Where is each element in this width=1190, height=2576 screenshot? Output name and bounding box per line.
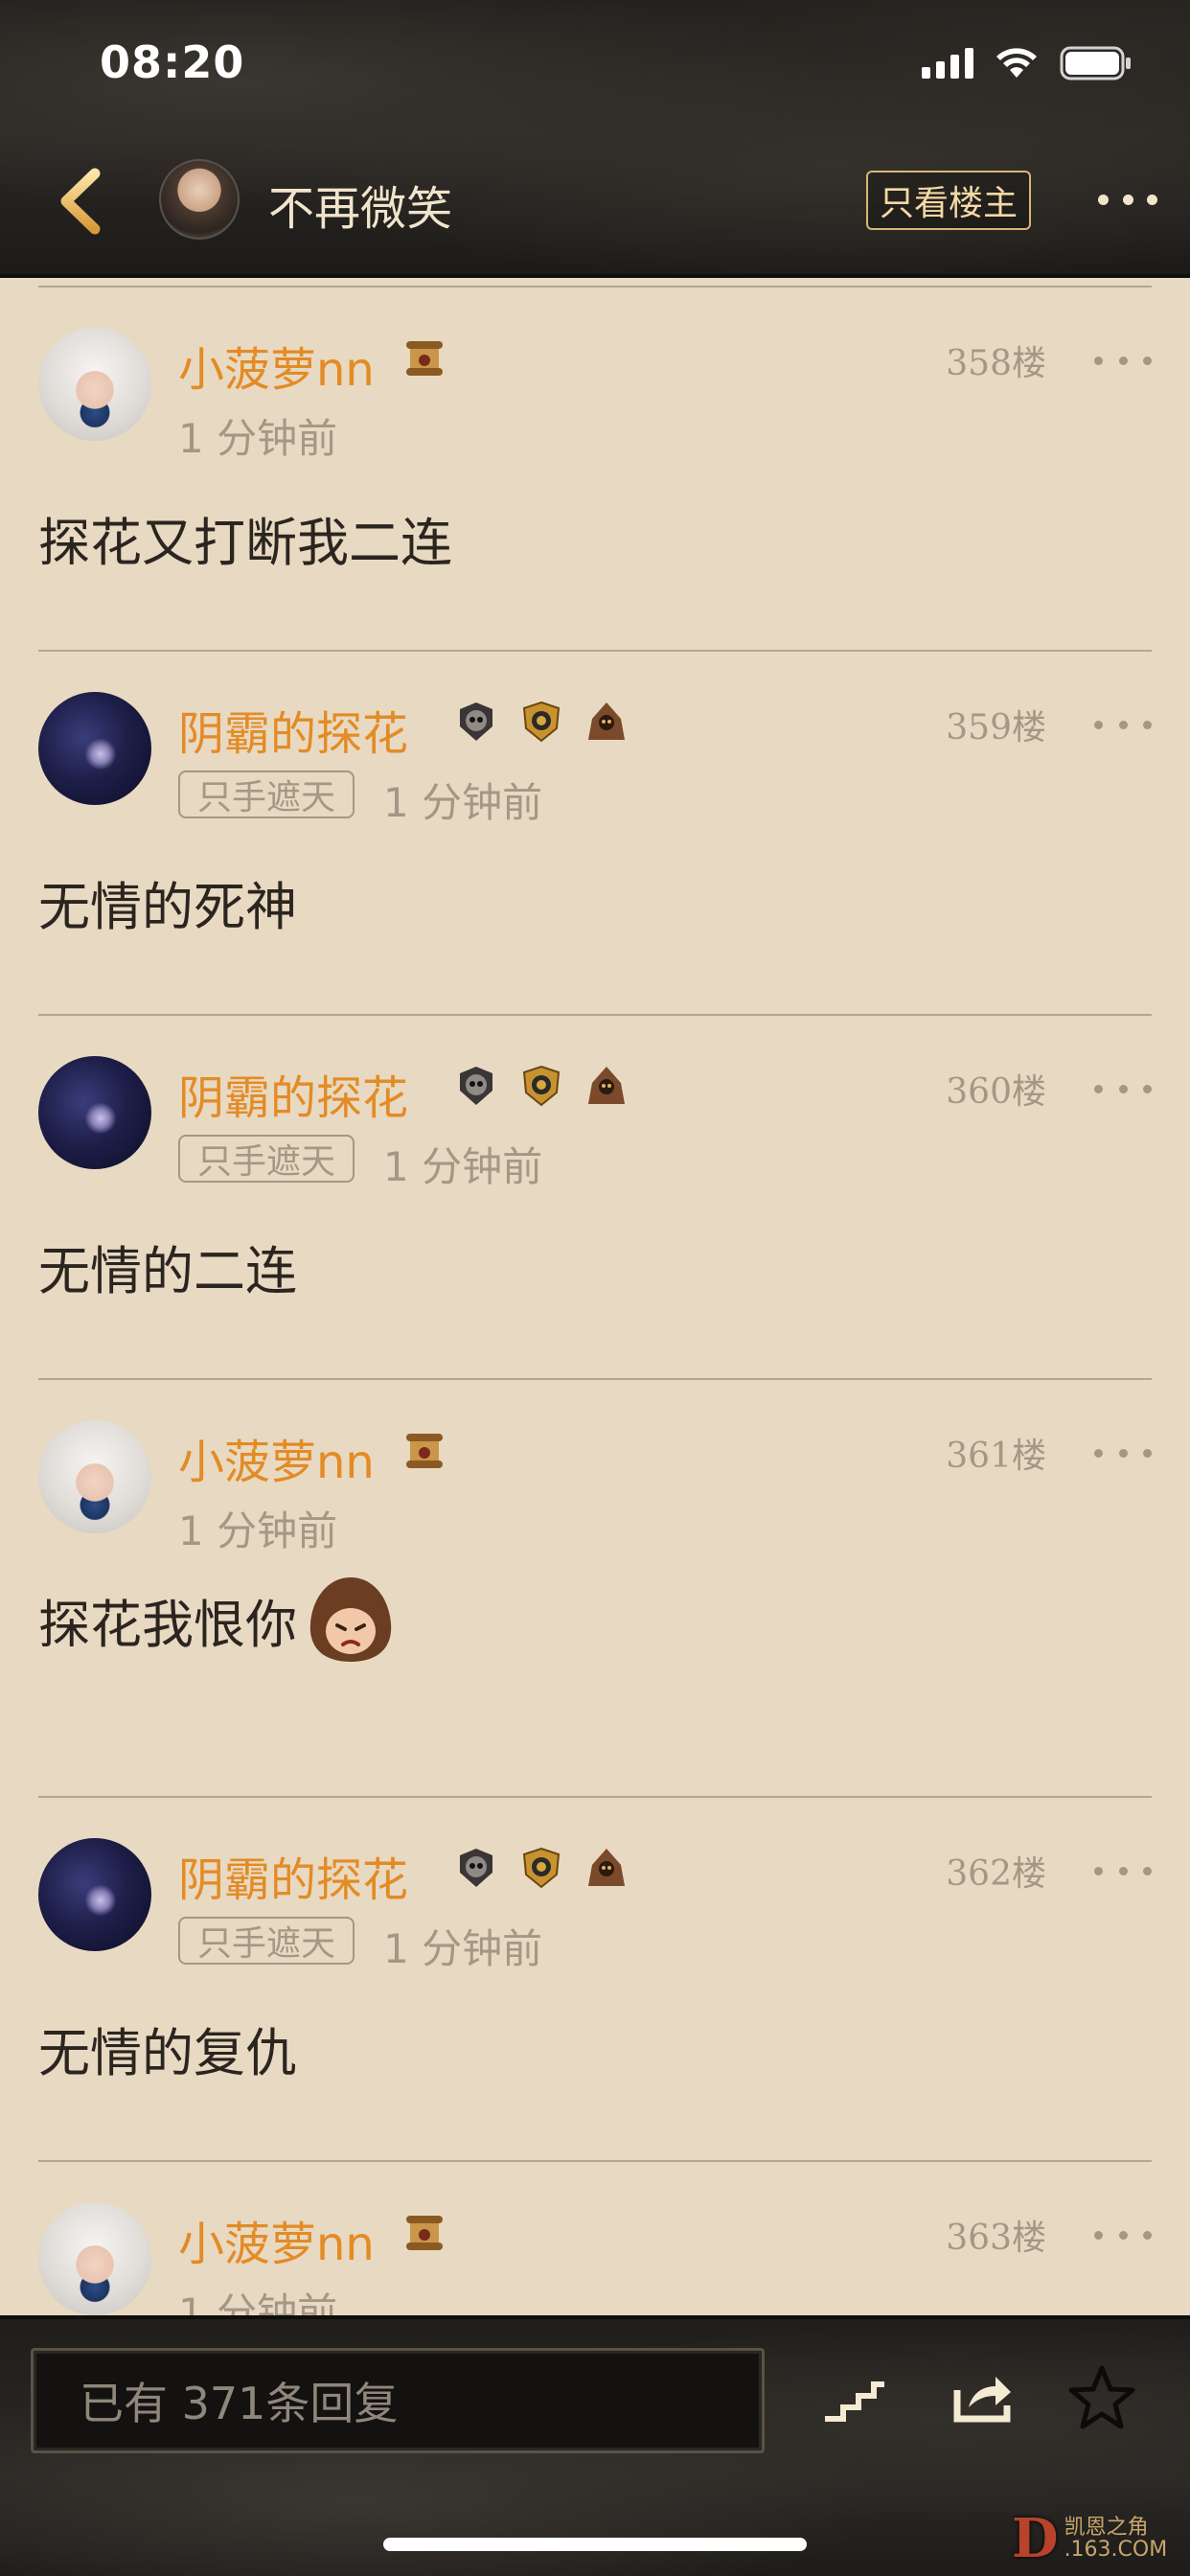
user-badges: [454, 1064, 629, 1108]
user-avatar[interactable]: [38, 692, 151, 805]
reply-more-options-icon[interactable]: [1094, 1079, 1152, 1098]
hooded-badge-icon[interactable]: [584, 1846, 629, 1890]
reply-text: 无情的二连: [38, 1241, 297, 1301]
reply-more-options-icon[interactable]: [1094, 2225, 1152, 2244]
floor-number: 360楼: [946, 1072, 1046, 1112]
cellular-signal-icon: [922, 48, 973, 79]
user-avatar[interactable]: [38, 2202, 151, 2315]
site-watermark: D 凯恩之角 .163.COM: [1012, 2507, 1167, 2570]
watermark-line2: .163.COM: [1064, 2538, 1168, 2562]
username[interactable]: 小菠萝nn: [178, 1424, 375, 1491]
user-badges: [454, 1846, 629, 1890]
user-badges: [454, 700, 629, 744]
battery-icon: [1060, 46, 1133, 80]
user-avatar[interactable]: [38, 1838, 151, 1951]
reply-text: 无情的死神: [38, 877, 297, 937]
user-badges: [402, 335, 446, 380]
reply-time: 1 分钟前: [383, 1143, 543, 1190]
hooded-badge-icon[interactable]: [584, 700, 629, 744]
shield-badge-icon[interactable]: [519, 1846, 563, 1890]
reply-time: 1 分钟前: [178, 415, 338, 462]
scroll-badge-icon[interactable]: [402, 335, 446, 380]
username[interactable]: 小菠萝nn: [178, 2206, 375, 2273]
reply-time: 1 分钟前: [383, 1925, 543, 1972]
more-options-icon[interactable]: [1098, 186, 1157, 213]
status-bar: 08:20: [0, 0, 1190, 125]
reply-item[interactable]: 小菠萝nn 358楼 1 分钟前探花又打断我二连: [38, 286, 1152, 650]
reply-text: 探花又打断我二连: [38, 513, 452, 573]
user-avatar[interactable]: [38, 1056, 151, 1169]
floor-number: 362楼: [946, 1854, 1046, 1894]
reply-list[interactable]: 小菠萝nn 358楼 1 分钟前 探花又打断我二连 阴霸的探花 359楼 只手遮天 1 分钟前…: [0, 282, 1190, 2315]
stairs-icon: [825, 2381, 884, 2422]
watermark-letter: D: [1012, 2507, 1059, 2570]
star-icon: [1068, 2365, 1135, 2429]
op-avatar[interactable]: [159, 159, 240, 240]
chevron-left-icon: [60, 168, 101, 235]
hooded-angry-emoji-icon: [303, 1572, 399, 1668]
user-badges: [402, 1428, 446, 1472]
user-avatar[interactable]: [38, 1420, 151, 1533]
favorite-button[interactable]: [1064, 2359, 1140, 2436]
scroll-badge-icon[interactable]: [402, 1428, 446, 1472]
reply-content: 无情的复仇: [38, 2011, 297, 2086]
reply-time: 1 分钟前: [178, 1507, 338, 1554]
floor-number: 359楼: [946, 708, 1046, 748]
username[interactable]: 小菠萝nn: [178, 332, 375, 399]
user-title-tag: 只手遮天: [178, 1917, 355, 1965]
username[interactable]: 阴霸的探花: [178, 1842, 408, 1909]
reply-more-options-icon[interactable]: [1094, 1861, 1152, 1880]
hooded-badge-icon[interactable]: [584, 1064, 629, 1108]
user-badges: [402, 2210, 446, 2254]
reply-content: 探花我恨你: [38, 1572, 399, 1668]
skull-badge-icon[interactable]: [454, 1064, 498, 1108]
reply-item[interactable]: 小菠萝nn 363楼 1 分钟前: [38, 2160, 1152, 2315]
reply-item[interactable]: 阴霸的探花 359楼只手遮天 1 分钟前无情的死神: [38, 650, 1152, 1014]
reply-more-options-icon[interactable]: [1094, 351, 1152, 370]
reply-item[interactable]: 阴霸的探花 362楼只手遮天 1 分钟前无情的复仇: [38, 1796, 1152, 2160]
reply-item[interactable]: 小菠萝nn 361楼 1 分钟前探花我恨你: [38, 1378, 1152, 1742]
username[interactable]: 阴霸的探花: [178, 1060, 408, 1127]
user-avatar[interactable]: [38, 328, 151, 441]
user-title-tag: 只手遮天: [178, 770, 355, 818]
status-icons: [922, 46, 1133, 80]
reply-content: 无情的二连: [38, 1229, 297, 1304]
share-button[interactable]: [945, 2359, 1021, 2436]
back-button[interactable]: [52, 163, 109, 240]
floor-number: 361楼: [946, 1437, 1046, 1476]
reply-content: 探花又打断我二连: [38, 500, 452, 576]
status-time: 08:20: [100, 36, 245, 88]
reply-time: 1 分钟前: [383, 779, 543, 826]
shield-badge-icon[interactable]: [519, 1064, 563, 1108]
skull-badge-icon[interactable]: [454, 1846, 498, 1890]
user-title-tag: 只手遮天: [178, 1135, 355, 1183]
op-username[interactable]: 不再微笑: [268, 171, 452, 238]
username[interactable]: 阴霸的探花: [178, 696, 408, 763]
reply-content: 无情的死神: [38, 864, 297, 940]
reply-input[interactable]: 已有 371条回复: [31, 2348, 765, 2453]
reply-time: 1 分钟前: [178, 2289, 338, 2315]
top-navigation-bar: 08:20 不再微笑 只看楼主: [0, 0, 1190, 278]
reply-more-options-icon[interactable]: [1094, 715, 1152, 734]
share-icon: [953, 2377, 1011, 2423]
shield-badge-icon[interactable]: [519, 700, 563, 744]
skull-badge-icon[interactable]: [454, 700, 498, 744]
floor-number: 363楼: [946, 2219, 1046, 2258]
wifi-icon: [995, 47, 1039, 80]
only-op-button[interactable]: 只看楼主: [866, 171, 1031, 230]
reply-text: 无情的复仇: [38, 2023, 297, 2083]
scroll-badge-icon[interactable]: [402, 2210, 446, 2254]
reply-text: 探花我恨你: [38, 1594, 297, 1655]
watermark-line1: 凯恩之角: [1064, 2515, 1149, 2540]
floor-number: 358楼: [946, 344, 1046, 383]
reply-item[interactable]: 阴霸的探花 360楼只手遮天 1 分钟前无情的二连: [38, 1014, 1152, 1378]
reply-more-options-icon[interactable]: [1094, 1443, 1152, 1462]
stairs-button[interactable]: [816, 2359, 893, 2436]
home-indicator[interactable]: [383, 2538, 807, 2551]
